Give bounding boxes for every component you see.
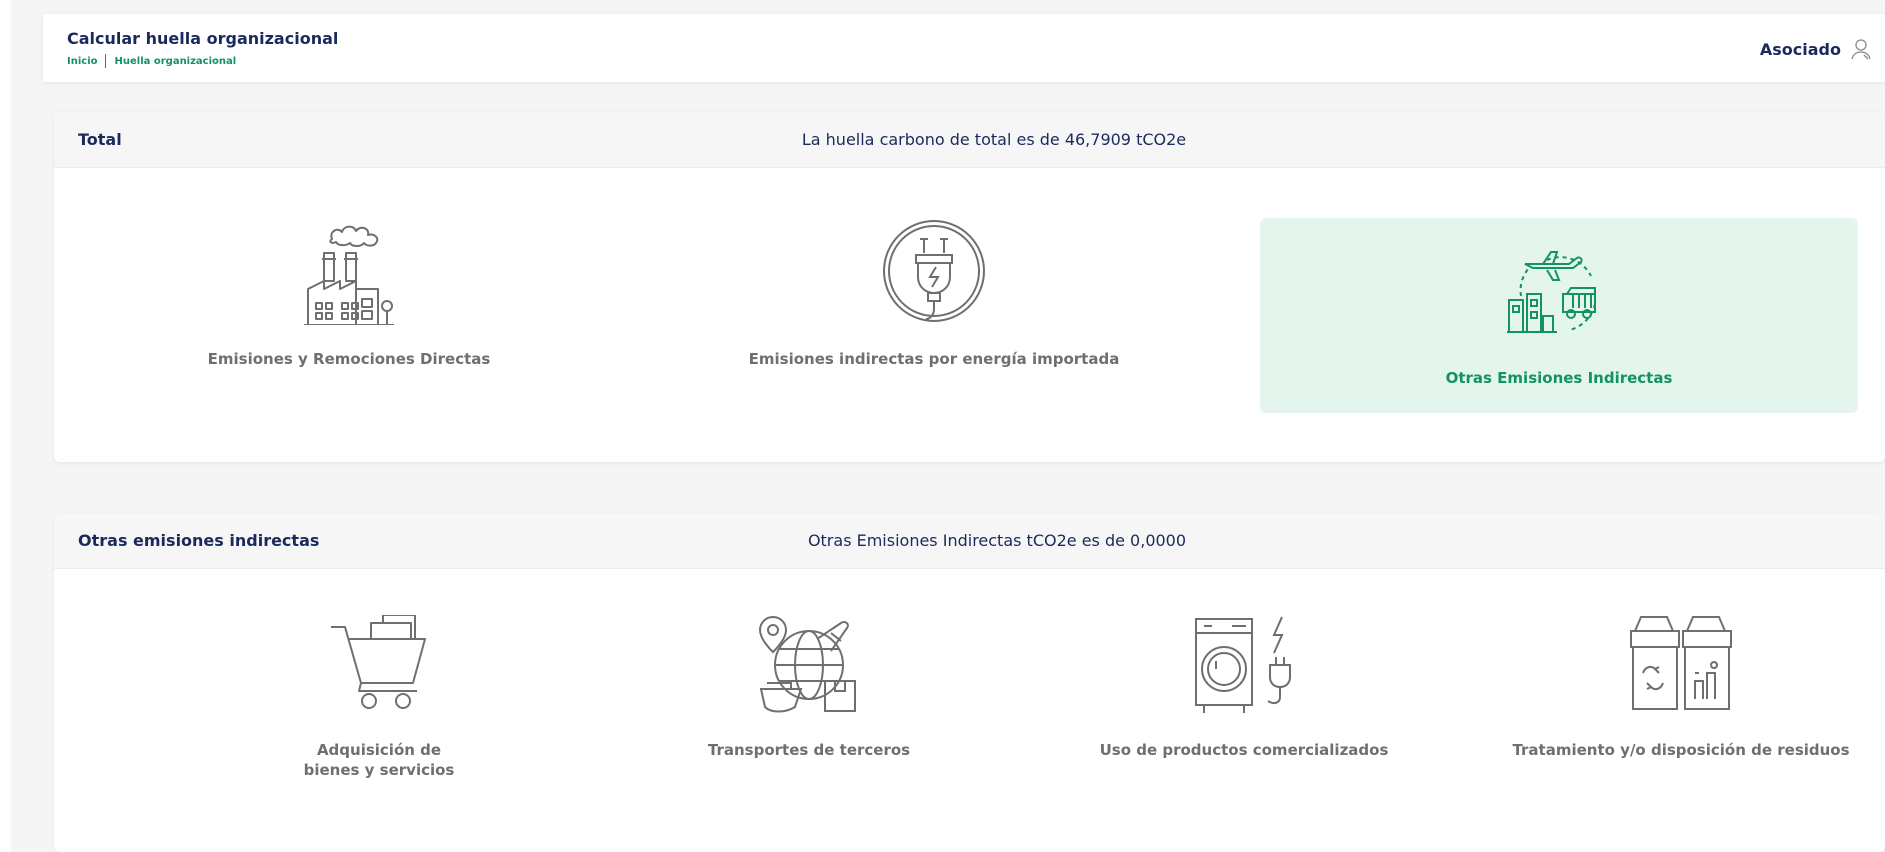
tile-sold-products-use[interactable]: Uso de productos comercializados xyxy=(1079,613,1409,813)
breadcrumb-home-link[interactable]: Inicio xyxy=(67,56,98,67)
total-card-title: Total xyxy=(78,130,122,149)
tile-imported-energy[interactable]: Emisiones indirectas por energía importa… xyxy=(674,217,1194,407)
page-header: Calcular huella organizacional Inicio Hu… xyxy=(43,14,1885,82)
tile-goods-services-label-line1: Adquisición de xyxy=(316,741,442,759)
breadcrumb: Inicio Huella organizacional xyxy=(67,54,236,68)
tile-third-party-transport-label: Transportes de terceros xyxy=(707,741,911,759)
globe-transport-icon xyxy=(757,615,861,721)
tile-direct-emissions[interactable]: Emisiones y Remociones Directas xyxy=(89,217,609,407)
total-card-header: La huella carbono de total es de 46,7909… xyxy=(54,112,1885,168)
tile-goods-services[interactable]: Adquisición de bienes y servicios xyxy=(214,613,544,813)
shopping-cart-icon xyxy=(331,614,427,715)
other-indirect-card-title: Otras emisiones indirectas xyxy=(78,531,320,550)
tile-third-party-transport[interactable]: Transportes de terceros xyxy=(644,613,974,813)
page-title: Calcular huella organizacional xyxy=(67,29,339,48)
factory-icon xyxy=(304,219,394,329)
other-indirect-card-header: Otras Emisiones Indirectas tCO2e es de 0… xyxy=(54,513,1885,569)
waste-bins-icon xyxy=(1629,615,1733,715)
tile-sold-products-use-label: Uso de productos comercializados xyxy=(1099,741,1389,759)
breadcrumb-divider xyxy=(104,54,106,68)
tile-other-indirect-emissions-label: Otras Emisiones Indirectas xyxy=(1445,369,1673,387)
transport-cycle-icon xyxy=(1507,242,1611,338)
tile-goods-services-label: Adquisición de bienes y servicios xyxy=(214,740,544,780)
other-indirect-card: Otras Emisiones Indirectas tCO2e es de 0… xyxy=(54,513,1885,852)
left-strip xyxy=(0,0,11,852)
tile-direct-emissions-label: Emisiones y Remociones Directas xyxy=(207,350,491,368)
other-indirect-info: Otras Emisiones Indirectas tCO2e es de 0… xyxy=(807,531,1187,550)
user-name: Asociado xyxy=(1759,39,1841,59)
tile-goods-services-label-line2: bienes y servicios xyxy=(303,761,455,779)
breadcrumb-current: Huella organizacional xyxy=(114,55,237,67)
tile-waste-treatment-label: Tratamiento y/o disposición de residuos xyxy=(1512,741,1850,759)
tile-imported-energy-label: Emisiones indirectas por energía importa… xyxy=(748,350,1120,368)
total-card: La huella carbono de total es de 46,7909… xyxy=(54,112,1885,462)
total-footprint-info: La huella carbono de total es de 46,7909… xyxy=(801,130,1187,149)
washing-machine-icon xyxy=(1192,615,1296,719)
plug-icon xyxy=(882,219,986,327)
user-icon xyxy=(1851,38,1871,60)
user-menu[interactable]: Asociado xyxy=(1760,38,1871,60)
tile-other-indirect-emissions[interactable]: Otras Emisiones Indirectas xyxy=(1260,218,1858,413)
tile-waste-treatment[interactable]: Tratamiento y/o disposición de residuos xyxy=(1486,613,1876,813)
